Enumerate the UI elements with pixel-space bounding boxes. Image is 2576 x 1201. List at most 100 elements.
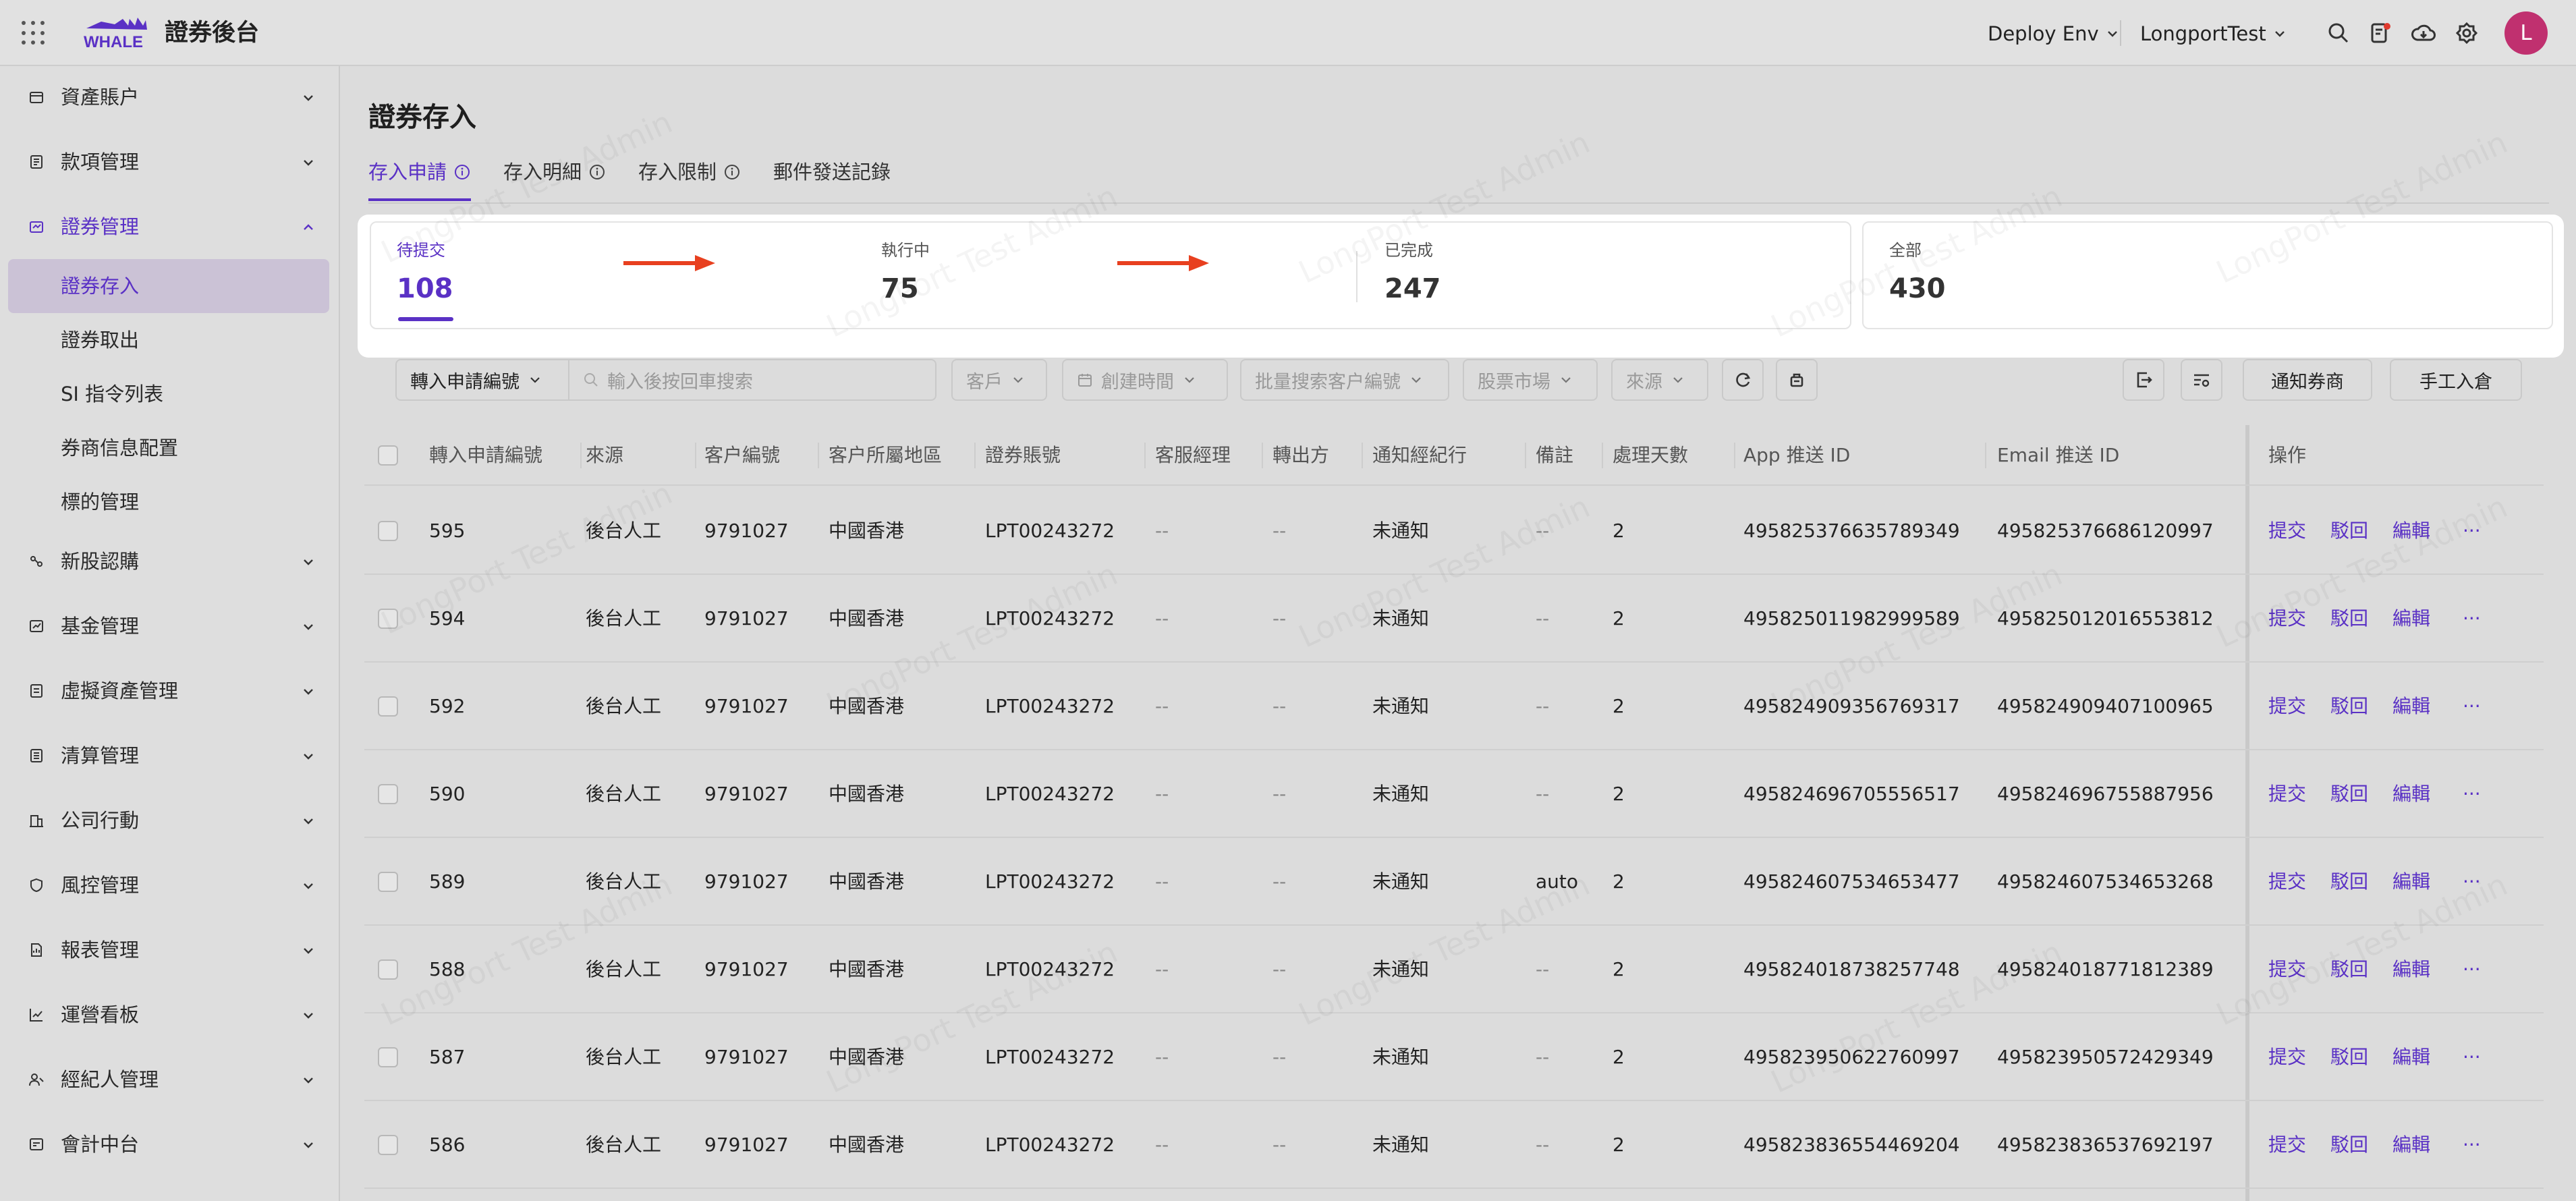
row-checkbox[interactable] xyxy=(378,959,398,980)
reject-link[interactable]: 駁回 xyxy=(2330,1132,2368,1158)
sidebar-item-accounting[interactable]: 會計中台 xyxy=(0,1124,340,1165)
submit-link[interactable]: 提交 xyxy=(2268,518,2306,544)
sidebar-sub-si-list[interactable]: SI 指令列表 xyxy=(8,367,329,421)
batch-customer-search[interactable]: 批量搜索客户編號 xyxy=(1240,359,1449,401)
sidebar-item-label: 會計中台 xyxy=(61,1133,140,1156)
search-icon xyxy=(584,373,598,387)
edit-link[interactable]: 編輯 xyxy=(2392,605,2430,632)
row-checkbox[interactable] xyxy=(378,609,398,629)
sidebar-item-clearing[interactable]: 清算管理 xyxy=(0,735,340,776)
row-checkbox[interactable] xyxy=(378,521,398,541)
select-all-checkbox[interactable] xyxy=(378,445,398,466)
cell-transfer-from: -- xyxy=(1272,520,1287,542)
tab-deposit-requests[interactable]: 存入申請 xyxy=(368,155,472,201)
edit-link[interactable]: 編輯 xyxy=(2392,868,2430,895)
more-actions-icon[interactable]: ··· xyxy=(2463,868,2481,895)
search-icon[interactable] xyxy=(2326,21,2351,45)
submit-link[interactable]: 提交 xyxy=(2268,605,2306,632)
env-dropdown[interactable]: Deploy Env xyxy=(1988,19,2119,49)
sidebar-item-virtual-assets[interactable]: 虛擬資產管理 xyxy=(0,671,340,711)
sidebar-item-reports[interactable]: 報表管理 xyxy=(0,930,340,970)
user-avatar[interactable]: L xyxy=(2504,11,2548,55)
info-icon[interactable] xyxy=(723,163,741,181)
status-completed[interactable]: 已完成 247 xyxy=(1363,223,1835,328)
submit-link[interactable]: 提交 xyxy=(2268,1044,2306,1071)
export-button[interactable] xyxy=(2123,359,2164,401)
submit-link[interactable]: 提交 xyxy=(2268,781,2306,808)
sidebar-item-funds[interactable]: 款項管理 xyxy=(0,142,340,182)
sidebar-sub-withdraw[interactable]: 證券取出 xyxy=(8,313,329,367)
status-pending[interactable]: 待提交 108 xyxy=(371,223,843,328)
edit-link[interactable]: 編輯 xyxy=(2392,781,2430,808)
reject-link[interactable]: 駁回 xyxy=(2330,956,2368,983)
more-actions-icon[interactable]: ··· xyxy=(2463,693,2481,720)
edit-link[interactable]: 編輯 xyxy=(2392,518,2430,544)
notify-broker-button[interactable]: 通知券商 xyxy=(2243,359,2372,401)
row-checkbox[interactable] xyxy=(378,1047,398,1067)
task-notification-icon[interactable] xyxy=(2368,21,2392,45)
cell-app-push-id: 495824909356769317 xyxy=(1743,695,1960,717)
refresh-button[interactable] xyxy=(1722,359,1764,401)
submit-link[interactable]: 提交 xyxy=(2268,956,2306,983)
more-actions-icon[interactable]: ··· xyxy=(2463,518,2481,544)
customer-select[interactable]: 客戶 xyxy=(951,359,1047,401)
tenant-dropdown[interactable]: LongportTest xyxy=(2140,19,2287,49)
reject-link[interactable]: 駁回 xyxy=(2330,1044,2368,1071)
calendar-icon xyxy=(1078,374,1092,387)
sidebar-item-securities[interactable]: 證券管理 xyxy=(0,206,340,247)
sidebar-sub-broker-config[interactable]: 券商信息配置 xyxy=(8,421,329,475)
cell-app-push-id: 495824696705556517 xyxy=(1743,783,1960,805)
column-settings-button[interactable] xyxy=(2181,359,2222,401)
row-checkbox[interactable] xyxy=(378,696,398,717)
cell-processing-days: 2 xyxy=(1613,695,1625,717)
more-actions-icon[interactable]: ··· xyxy=(2463,956,2481,983)
sidebar-item-assets[interactable]: 資產賬户 xyxy=(0,77,340,117)
tab-email-log[interactable]: 郵件發送記錄 xyxy=(773,155,891,201)
more-actions-icon[interactable]: ··· xyxy=(2463,1044,2481,1071)
sidebar-item-corporate-action[interactable]: 公司行動 xyxy=(0,800,340,841)
edit-link[interactable]: 編輯 xyxy=(2392,1044,2430,1071)
reject-link[interactable]: 駁回 xyxy=(2330,868,2368,895)
status-executing[interactable]: 執行中 75 xyxy=(857,223,1289,328)
clear-filters-button[interactable] xyxy=(1776,359,1818,401)
submit-link[interactable]: 提交 xyxy=(2268,868,2306,895)
created-time-picker[interactable]: 創建時間 xyxy=(1062,359,1228,401)
submit-link[interactable]: 提交 xyxy=(2268,693,2306,720)
row-checkbox[interactable] xyxy=(378,872,398,892)
submit-link[interactable]: 提交 xyxy=(2268,1132,2306,1158)
sidebar-item-dashboard[interactable]: 運營看板 xyxy=(0,995,340,1035)
row-checkbox[interactable] xyxy=(378,784,398,804)
row-checkbox[interactable] xyxy=(378,1135,398,1155)
sidebar-item-fund[interactable]: 基金管理 xyxy=(0,606,340,646)
info-icon[interactable] xyxy=(588,163,606,181)
more-actions-icon[interactable]: ··· xyxy=(2463,605,2481,632)
sidebar-item-risk[interactable]: 風控管理 xyxy=(0,865,340,905)
cloud-download-icon[interactable] xyxy=(2411,21,2436,45)
market-select[interactable]: 股票市場 xyxy=(1463,359,1598,401)
sidebar-item-brokers[interactable]: 經紀人管理 xyxy=(0,1059,340,1100)
id-type-select[interactable]: 轉入申請編號 xyxy=(395,359,569,401)
gear-icon[interactable] xyxy=(2455,21,2479,45)
cell-transfer-from: -- xyxy=(1272,870,1287,893)
reject-link[interactable]: 駁回 xyxy=(2330,605,2368,632)
tab-deposit-details[interactable]: 存入明細 xyxy=(503,155,606,201)
reject-link[interactable]: 駁回 xyxy=(2330,781,2368,808)
manual-warehouse-button[interactable]: 手工入倉 xyxy=(2390,359,2522,401)
edit-link[interactable]: 編輯 xyxy=(2392,693,2430,720)
more-actions-icon[interactable]: ··· xyxy=(2463,781,2481,808)
status-all[interactable]: 全部 430 xyxy=(1862,221,2553,329)
reject-link[interactable]: 駁回 xyxy=(2330,693,2368,720)
tab-deposit-limits[interactable]: 存入限制 xyxy=(638,155,741,201)
edit-link[interactable]: 編輯 xyxy=(2392,956,2430,983)
sidebar-item-ipo[interactable]: 新股認購 xyxy=(0,541,340,582)
more-actions-icon[interactable]: ··· xyxy=(2463,1132,2481,1158)
search-input[interactable]: 輸入後按回車搜索 xyxy=(568,359,936,401)
sidebar-sub-instrument[interactable]: 標的管理 xyxy=(8,475,329,529)
edit-link[interactable]: 編輯 xyxy=(2392,1132,2430,1158)
source-select[interactable]: 來源 xyxy=(1611,359,1708,401)
app-grid-icon[interactable] xyxy=(22,21,46,45)
info-icon[interactable] xyxy=(453,163,471,181)
reject-link[interactable]: 駁回 xyxy=(2330,518,2368,544)
cell-source: 後台人工 xyxy=(586,1134,662,1156)
sidebar-sub-deposit[interactable]: 證券存入 xyxy=(8,259,329,313)
